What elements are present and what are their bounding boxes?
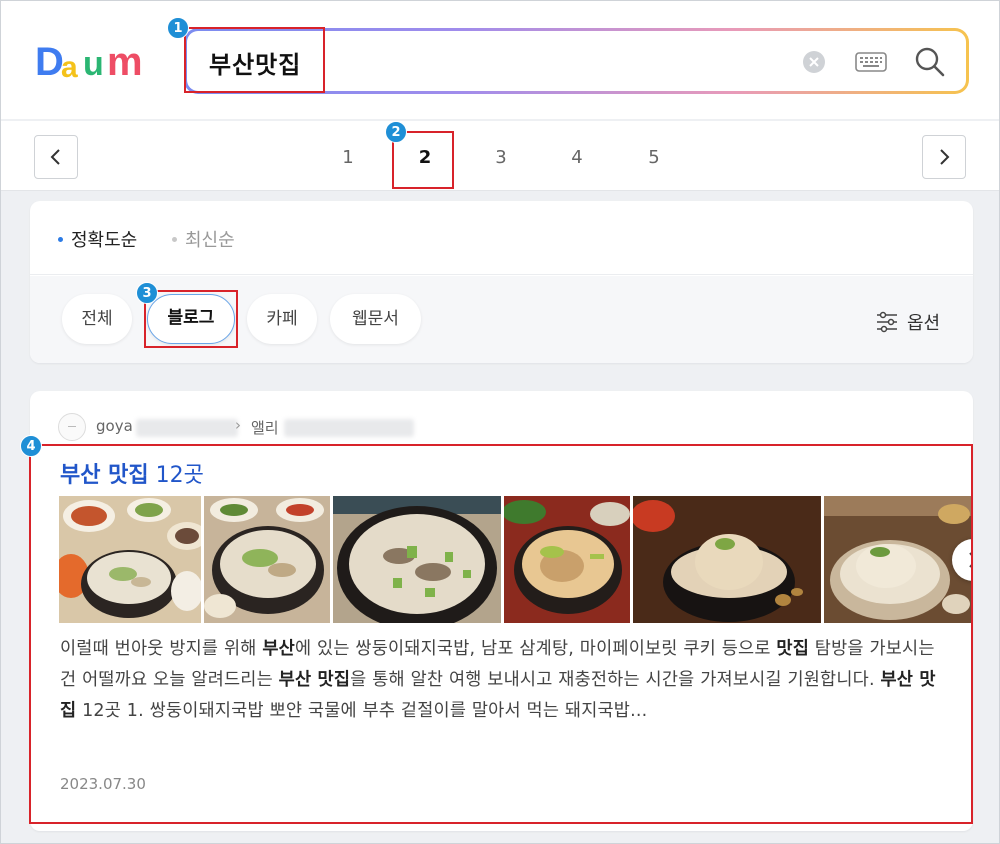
chip-cafe[interactable]: 카페 [247,294,317,344]
sliders-icon [877,311,897,333]
header: D a u m 부산맛집 [1,1,999,119]
annotation-box-1 [184,27,325,93]
prev-page-button[interactable] [34,135,78,179]
page-3[interactable]: 3 [486,147,516,168]
svg-text:u: u [83,45,104,81]
annotation-badge-2: 2 [385,121,407,143]
chip-all[interactable]: 전체 [62,294,132,344]
keyboard-icon[interactable] [855,52,887,72]
sort-recent[interactable]: 최신순 [172,226,235,252]
sort-row: 정확도순 최신순 [30,201,973,275]
page-5[interactable]: 5 [639,147,669,168]
daum-logo[interactable]: D a u m [35,41,157,81]
chevron-left-icon [50,149,60,165]
page-1[interactable]: 1 [333,147,363,168]
chevron-right-icon: › [235,416,241,434]
annotation-badge-1: 1 [167,17,189,39]
next-page-button[interactable] [922,135,966,179]
chip-webdoc[interactable]: 웹문서 [330,294,421,344]
annotation-badge-3: 3 [136,282,158,304]
blurred-source-url [136,419,238,437]
blurred-category [284,419,414,437]
annotation-badge-4: 4 [20,435,42,457]
annotation-box-3 [144,290,238,348]
page-4[interactable]: 4 [562,147,592,168]
svg-text:D: D [35,41,63,81]
source-name[interactable]: goya [96,417,133,435]
source-avatar[interactable] [58,413,86,441]
search-icon[interactable] [914,46,946,78]
svg-text:m: m [107,41,143,81]
chevron-right-icon [940,149,950,165]
source-category[interactable]: 앨리 [251,417,279,438]
clear-icon[interactable] [803,51,825,73]
options-button[interactable]: 옵션 [875,309,940,336]
svg-text:a: a [61,51,78,81]
sort-accuracy[interactable]: 정확도순 [58,226,137,252]
pagination: 1 2 3 4 5 [1,121,999,191]
annotation-box-4 [29,444,973,824]
